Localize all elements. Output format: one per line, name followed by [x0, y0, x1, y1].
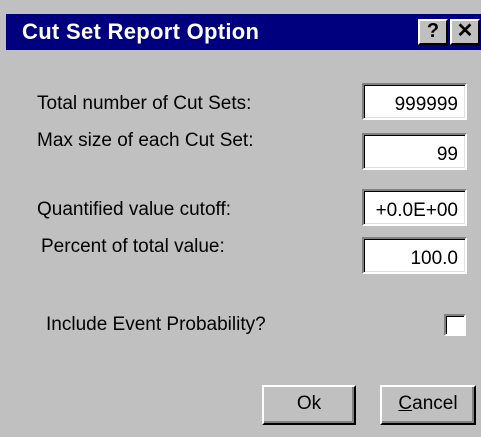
cancel-mnemonic: C: [398, 393, 413, 414]
total-cut-sets-input[interactable]: [362, 83, 467, 120]
close-button[interactable]: ✕: [450, 19, 480, 45]
ok-button[interactable]: Ok: [262, 385, 356, 425]
cancel-label-rest: ancel: [412, 393, 458, 414]
quantified-cutoff-label: Quantified value cutoff:: [37, 199, 231, 220]
quantified-cutoff-input[interactable]: [362, 189, 467, 226]
help-button[interactable]: ?: [418, 19, 448, 45]
window-title: Cut Set Report Option: [22, 19, 260, 44]
include-event-probability-label: Include Event Probability?: [46, 314, 266, 335]
percent-total-input[interactable]: [362, 237, 467, 274]
max-size-label: Max size of each Cut Set:: [37, 130, 254, 151]
cut-set-report-dialog: Cut Set Report Option ? ✕ Total number o…: [0, 0, 481, 437]
max-size-input[interactable]: [362, 133, 467, 170]
include-event-probability-checkbox[interactable]: [444, 314, 466, 336]
close-icon: ✕: [456, 20, 474, 42]
percent-total-label: Percent of total value:: [41, 236, 225, 257]
title-bar[interactable]: Cut Set Report Option ? ✕: [6, 14, 481, 50]
total-cut-sets-label: Total number of Cut Sets:: [37, 93, 252, 114]
cancel-button[interactable]: Cancel: [380, 385, 476, 425]
